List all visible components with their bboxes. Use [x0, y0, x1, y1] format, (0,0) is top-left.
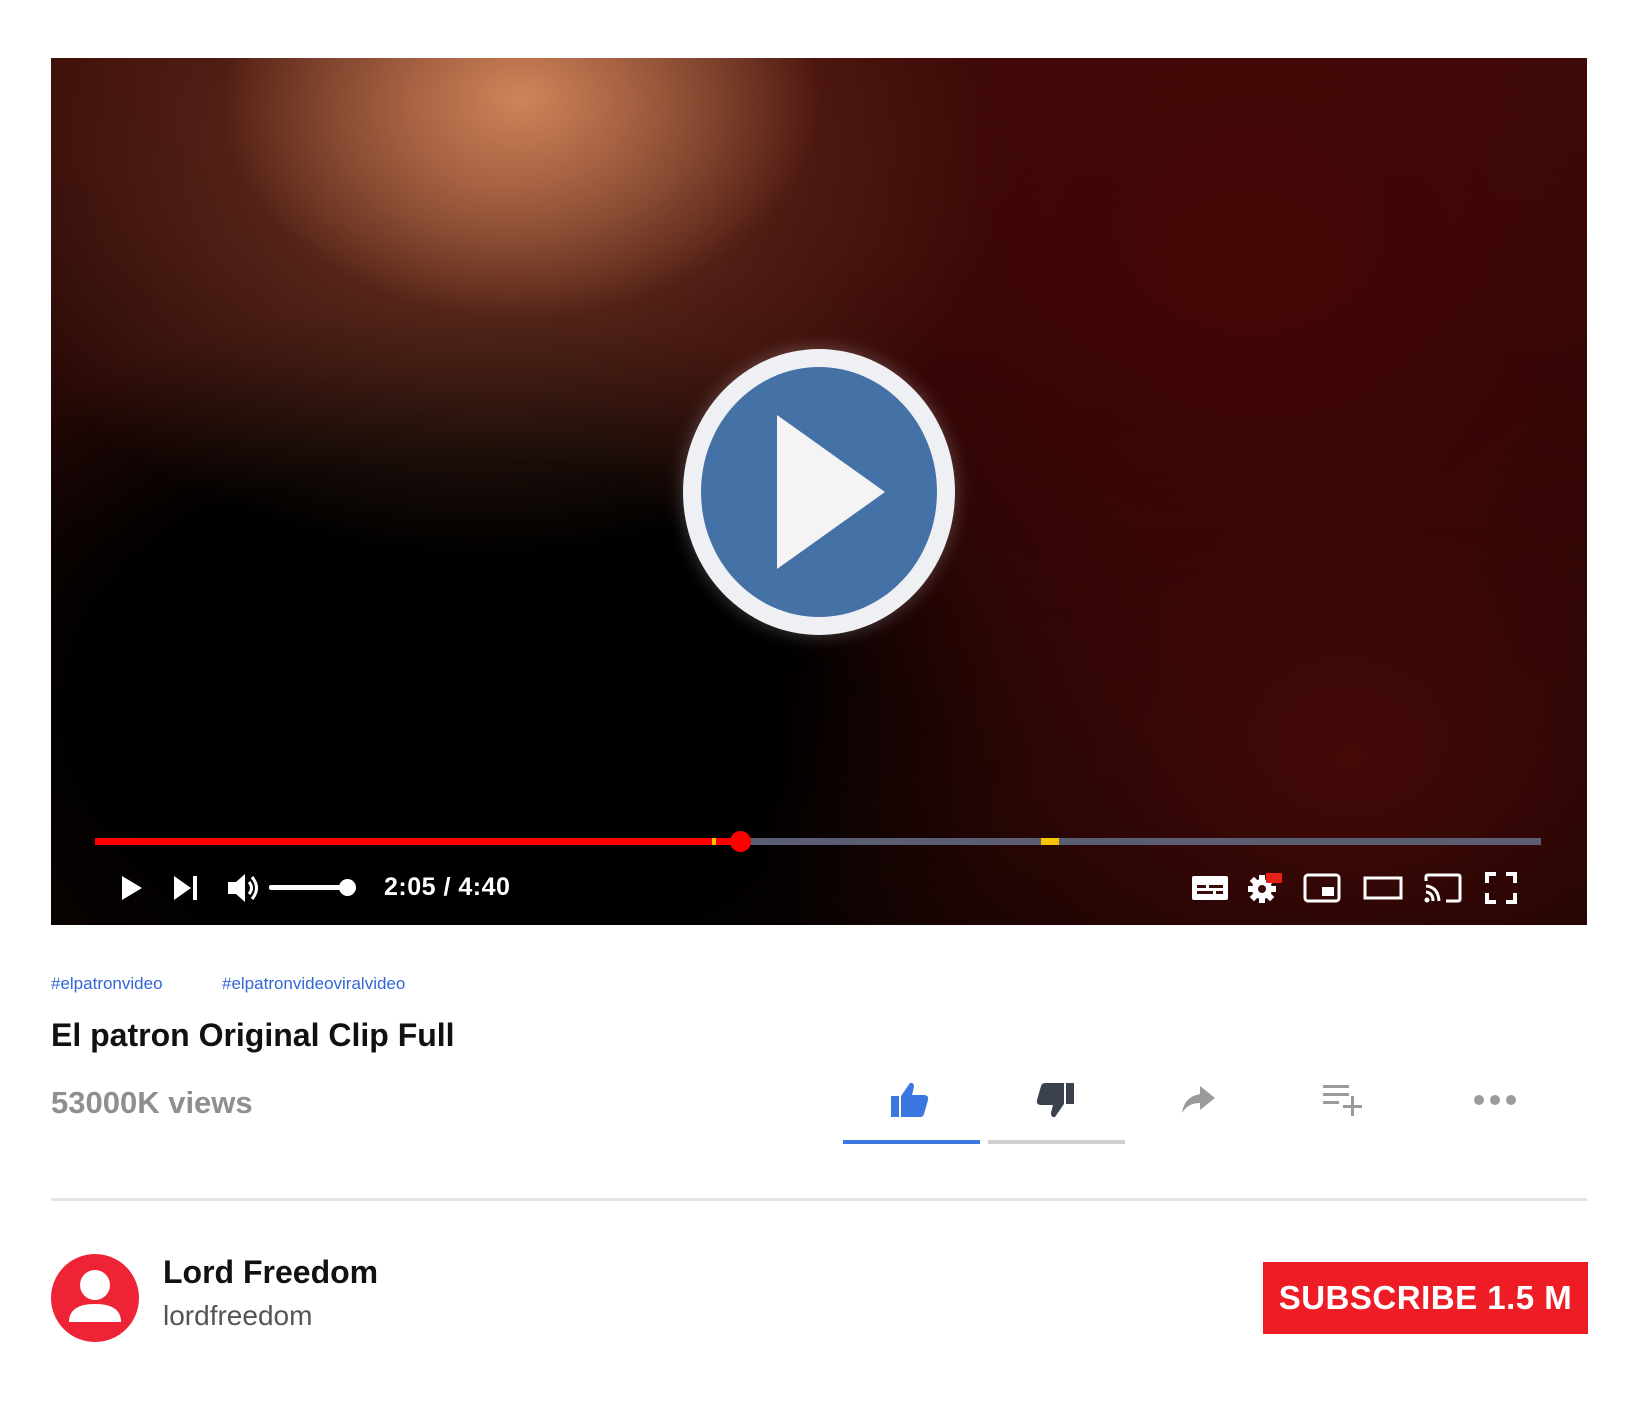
- fullscreen-icon: [1485, 872, 1517, 904]
- progress-fill: [95, 838, 740, 845]
- volume-thumb[interactable]: [339, 879, 356, 896]
- hashtag-link[interactable]: #elpatronvideoviralvideo: [222, 974, 405, 994]
- play-triangle-icon: [777, 415, 885, 569]
- cast-icon: [1424, 873, 1462, 903]
- subscribe-button[interactable]: SUBSCRIBE 1.5 M: [1263, 1262, 1588, 1334]
- miniplayer-icon: [1303, 873, 1341, 903]
- user-icon: [69, 1270, 121, 1322]
- fullscreen-button[interactable]: [1485, 868, 1517, 908]
- progress-bar[interactable]: [95, 831, 1541, 852]
- divider: [51, 1198, 1587, 1201]
- volume-icon: [228, 874, 258, 902]
- like-icon: [891, 1082, 929, 1117]
- next-icon: [174, 876, 197, 900]
- play-button[interactable]: [117, 868, 147, 908]
- more-button[interactable]: [1465, 1070, 1525, 1130]
- hashtag-link[interactable]: #elpatronvideo: [51, 974, 163, 994]
- chapter-marker: [1040, 838, 1059, 845]
- more-icon: [1474, 1095, 1516, 1105]
- add-to-playlist-icon: [1323, 1085, 1362, 1116]
- channel-handle: lordfreedom: [163, 1300, 313, 1331]
- mute-button[interactable]: [227, 868, 263, 908]
- play-icon: [122, 876, 142, 900]
- subtitles-icon: [1192, 876, 1228, 900]
- subtitles-button[interactable]: [1191, 868, 1229, 908]
- dislike-ratio-bar: [988, 1140, 1125, 1144]
- add-to-playlist-button[interactable]: [1313, 1070, 1373, 1130]
- like-ratio-bar: [843, 1140, 980, 1144]
- big-play-button[interactable]: [683, 349, 955, 635]
- miniplayer-button[interactable]: [1303, 868, 1341, 908]
- share-icon: [1182, 1086, 1215, 1113]
- cast-button[interactable]: [1424, 868, 1462, 908]
- next-button[interactable]: [171, 868, 201, 908]
- dislike-icon: [1036, 1083, 1074, 1118]
- theater-mode-button[interactable]: [1363, 868, 1403, 908]
- like-button[interactable]: [880, 1070, 940, 1130]
- time-display: 2:05 / 4:40: [384, 873, 511, 901]
- settings-hd-icon: [1248, 873, 1282, 903]
- settings-button[interactable]: [1247, 868, 1283, 908]
- volume-slider[interactable]: [269, 885, 347, 890]
- share-button[interactable]: [1168, 1070, 1228, 1130]
- video-player[interactable]: 2:05 / 4:40: [51, 58, 1587, 925]
- channel-avatar[interactable]: [51, 1254, 139, 1342]
- view-count: 53000K views: [51, 1085, 253, 1120]
- dislike-button[interactable]: [1025, 1070, 1085, 1130]
- chapter-marker: [712, 838, 717, 845]
- channel-name[interactable]: Lord Freedom: [163, 1254, 378, 1291]
- progress-thumb[interactable]: [729, 831, 751, 852]
- theater-mode-icon: [1363, 876, 1403, 900]
- video-title: El patron Original Clip Full: [51, 1017, 455, 1053]
